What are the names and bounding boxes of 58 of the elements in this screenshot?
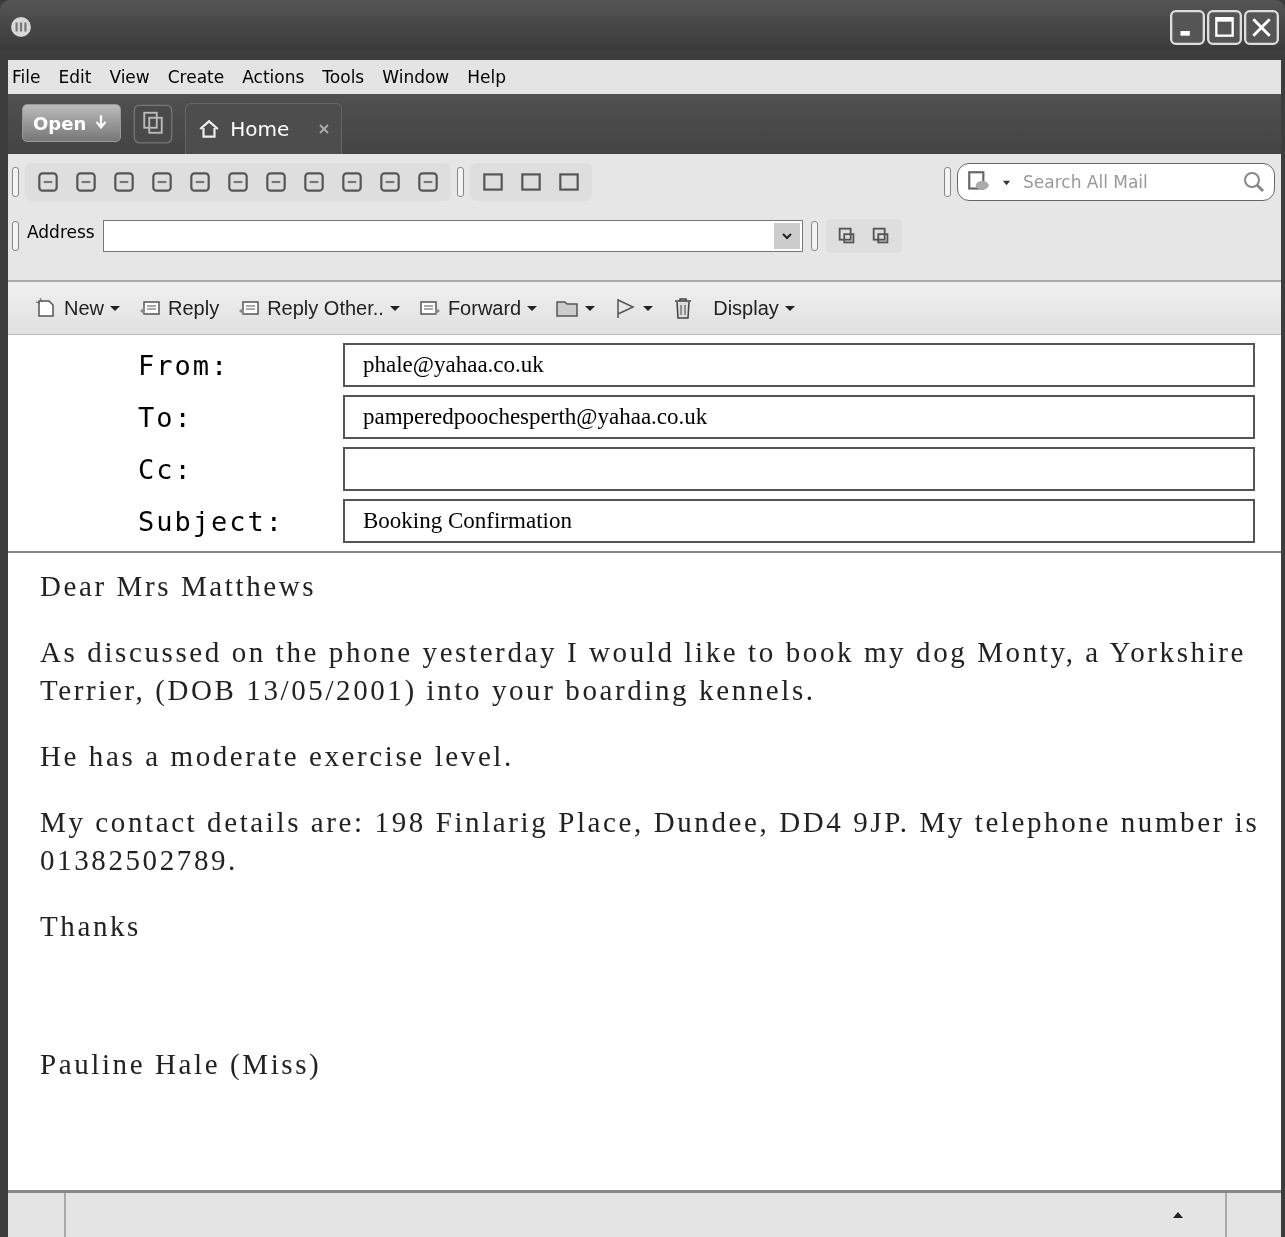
toolbar-icon[interactable]: [73, 169, 99, 195]
toolbar-icon[interactable]: [415, 169, 441, 195]
menu-item[interactable]: View: [109, 67, 150, 87]
home-tab[interactable]: Home: [185, 103, 343, 154]
toolbar-icon[interactable]: [225, 169, 251, 195]
header-label: Cc:: [138, 453, 194, 485]
signature: Pauline Hale (Miss): [40, 1047, 323, 1082]
header-field[interactable]: Booking Confirmation: [343, 499, 1255, 543]
body-paragraph: As discussed on the phone yesterday I would like to book my dog Monty, a Yorkshire Terrier, (DOB 13/05/2001) into your boarding kennels.: [40, 635, 1248, 708]
menu-item[interactable]: File: [12, 67, 41, 87]
header-label: Subject:: [138, 505, 286, 537]
body-paragraph: He has a moderate exercise level.: [40, 739, 515, 774]
action-button[interactable]: Display: [713, 296, 795, 320]
address-label: Address: [27, 222, 95, 242]
action-button[interactable]: Reply Other..: [237, 296, 400, 320]
menu-item[interactable]: Window: [382, 67, 450, 87]
toolbar-grip[interactable]: [944, 167, 951, 197]
menu-item[interactable]: Tools: [322, 67, 365, 87]
action-button[interactable]: New: [34, 296, 120, 320]
header-field[interactable]: [343, 447, 1255, 491]
toolbar-icon[interactable]: [35, 169, 61, 195]
body-paragraph: Dear Mrs Matthews: [40, 569, 318, 604]
close-icon[interactable]: [319, 124, 330, 134]
menu-item[interactable]: Create: [167, 67, 225, 87]
address-field[interactable]: [102, 220, 803, 252]
toolbar-grip[interactable]: [810, 221, 818, 251]
action-button[interactable]: Forward: [417, 296, 538, 320]
maximize-button[interactable]: [1207, 9, 1242, 45]
action-button[interactable]: Reply: [138, 296, 220, 320]
header-field[interactable]: pamperedpoochesperth@yahaa.co.uk: [343, 395, 1255, 439]
body-paragraph: Thanks: [40, 909, 142, 944]
menu-item[interactable]: Help: [467, 67, 506, 87]
menu-item[interactable]: Edit: [58, 67, 92, 87]
toolbar-grip[interactable]: [12, 167, 19, 197]
menu-item[interactable]: Actions: [242, 67, 305, 87]
header-label: To:: [138, 401, 194, 433]
toolbar-icon[interactable]: [377, 169, 403, 195]
toolbar-icon[interactable]: [149, 169, 175, 195]
toolbar-grip[interactable]: [12, 221, 19, 251]
scroll-up-icon[interactable]: [1173, 1212, 1183, 1218]
toolbar-icon[interactable]: [263, 169, 289, 195]
search-input[interactable]: Search All Mail: [1021, 171, 1232, 193]
dropdown-icon[interactable]: [773, 223, 800, 249]
toolbar-icon[interactable]: [111, 169, 137, 195]
toolbar-icon[interactable]: [301, 169, 327, 195]
search-field[interactable]: Search All Mail: [957, 163, 1275, 201]
toolbar-grip[interactable]: [457, 167, 464, 197]
header-field[interactable]: phale@yahaa.co.uk: [343, 343, 1255, 387]
body-paragraph: My contact details are: 198 Finlarig Place, Dundee, DD4 9JP. My telephone number is 01382502789.: [40, 805, 1261, 878]
toolbar-icon[interactable]: [187, 169, 213, 195]
home-icon: [198, 118, 221, 140]
search-icon[interactable]: [1242, 170, 1266, 194]
windows-icon[interactable]: [133, 104, 174, 144]
header-label: From:: [138, 349, 231, 381]
minimize-button[interactable]: [1170, 9, 1205, 45]
app-logo-icon: [10, 16, 32, 38]
toolbar-icon[interactable]: [339, 169, 365, 195]
close-button[interactable]: [1244, 9, 1279, 45]
